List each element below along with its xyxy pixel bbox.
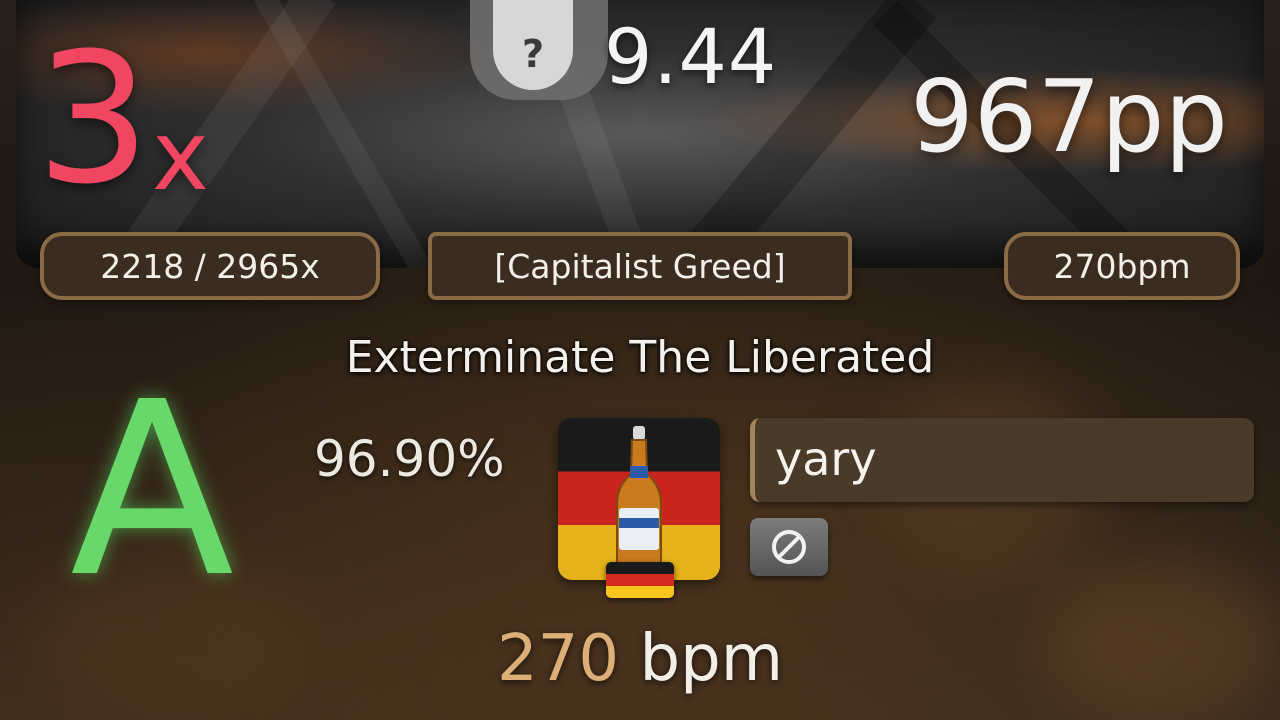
rank-grade: A <box>70 350 235 630</box>
unknown-status-badge: ? <box>493 0 573 90</box>
combo-pill: 2218 / 2965x <box>40 232 380 300</box>
bpm-text: 270bpm <box>1053 246 1191 286</box>
banner-texture <box>247 0 447 268</box>
no-fail-mod-icon <box>750 518 828 576</box>
bpm-unit: bpm <box>639 622 784 696</box>
difficulty-name: [Capitalist Greed] <box>494 246 786 286</box>
prohibited-icon <box>772 530 806 564</box>
difficulty-pill: [Capitalist Greed] <box>428 232 852 300</box>
beer-bottle-icon <box>616 426 662 575</box>
username: yary <box>775 432 877 486</box>
accuracy: 96.90% <box>314 430 505 488</box>
miss-count: 3 <box>36 15 151 224</box>
star-rating: 9.44 <box>604 12 778 101</box>
bpm-value: 270 <box>496 622 620 696</box>
combo-text: 2218 / 2965x <box>100 246 320 286</box>
germany-flag-icon <box>606 562 674 598</box>
username-plate: yary <box>750 418 1254 502</box>
miss-count-suffix: x <box>152 100 209 212</box>
bpm-pill: 270bpm <box>1004 232 1240 300</box>
player-avatar <box>558 418 720 580</box>
bpm-display: 270 bpm <box>0 622 1280 696</box>
score-thumbnail: ? 9.44 3 x 967pp 2218 / 2965x [Capitalis… <box>0 0 1280 720</box>
performance-points: 967pp <box>910 58 1228 175</box>
question-mark-icon: ? <box>521 32 545 76</box>
